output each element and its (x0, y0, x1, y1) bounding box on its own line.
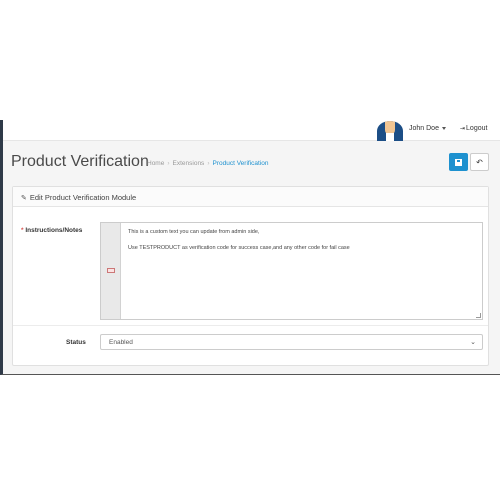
reply-icon: ↶ (476, 157, 483, 167)
breadcrumb-separator: › (167, 160, 170, 167)
avatar[interactable] (377, 121, 403, 141)
admin-screen: John Doe ⇥Logout Product Verification Ho… (0, 120, 500, 375)
breadcrumb-separator: › (207, 160, 210, 167)
back-button[interactable]: ↶ (470, 153, 489, 171)
status-label: Status (66, 339, 86, 346)
status-value: Enabled (109, 339, 133, 346)
status-select[interactable]: Enabled ⌄ (100, 334, 483, 350)
notes-line: This is a custom text you can update fro… (128, 229, 260, 235)
caret-down-icon (441, 126, 446, 130)
notes-label-text: Instructions/Notes (25, 227, 83, 234)
edit-module-panel: ✎ Edit Product Verification Module * Inst… (12, 186, 489, 366)
form-divider (13, 325, 488, 326)
notes-label: * Instructions/Notes (21, 227, 82, 234)
notes-line: Use TESTPRODUCT as verification code for… (128, 245, 350, 251)
source-icon[interactable] (107, 268, 115, 273)
breadcrumb-home[interactable]: Home (147, 160, 164, 167)
panel-heading-text: Edit Product Verification Module (29, 193, 137, 202)
breadcrumb: Home › Extensions › Product Verification (147, 160, 269, 167)
notes-editor[interactable]: This is a custom text you can update fro… (100, 222, 483, 320)
save-button[interactable] (449, 153, 468, 171)
panel-heading: ✎ Edit Product Verification Module (13, 187, 488, 207)
page-title: Product Verification (11, 153, 149, 170)
breadcrumb-current[interactable]: Product Verification (212, 160, 268, 167)
user-name: John Doe (409, 125, 439, 132)
resize-handle[interactable] (476, 313, 481, 318)
required-mark: * (21, 227, 24, 234)
notes-editor-content[interactable]: This is a custom text you can update fro… (128, 229, 476, 261)
pencil-icon: ✎ (21, 195, 27, 202)
chevron-down-icon: ⌄ (470, 339, 476, 346)
logout-link[interactable]: ⇥Logout (460, 125, 487, 132)
top-header: John Doe ⇥Logout (3, 120, 500, 141)
save-icon (455, 158, 462, 166)
editor-toolbar (101, 223, 121, 319)
sign-out-icon: ⇥ (460, 126, 466, 132)
breadcrumb-extensions[interactable]: Extensions (173, 160, 205, 167)
logout-label: Logout (466, 125, 488, 132)
user-menu[interactable]: John Doe (409, 125, 446, 132)
